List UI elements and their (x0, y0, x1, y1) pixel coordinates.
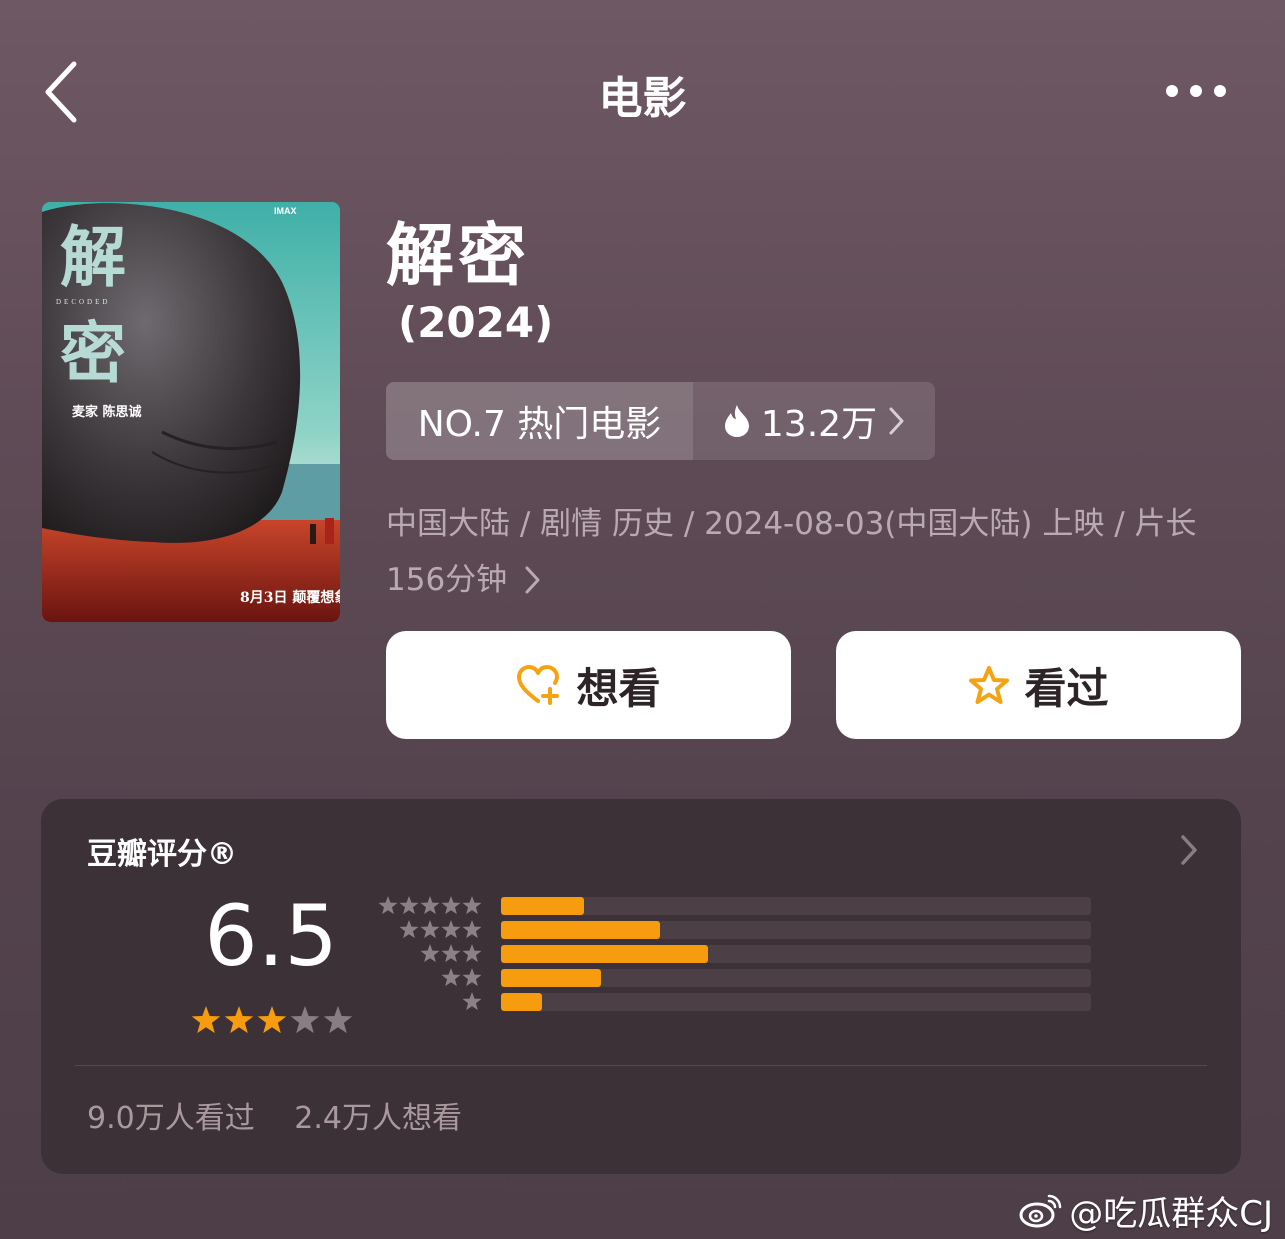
star-small-icon (441, 896, 461, 915)
distribution-stars-2 (441, 968, 482, 987)
distribution-bar-track (501, 897, 1091, 915)
star-empty-icon (323, 1006, 353, 1034)
rating-divider (75, 1065, 1207, 1066)
want-to-watch-button[interactable]: 想看 (386, 631, 791, 739)
poster-release-tagline: 8月3日 颠覆想象 (240, 589, 340, 606)
nav-bar: 电影 (0, 0, 1285, 180)
star-small-icon (462, 896, 482, 915)
distribution-bar-track (501, 945, 1091, 963)
star-small-icon (420, 920, 440, 939)
page-title: 电影 (598, 73, 687, 124)
more-button[interactable] (1160, 76, 1232, 106)
distribution-bar-2-star (501, 969, 602, 987)
heat-button[interactable]: 13.2万 (693, 382, 935, 460)
rank-label-button[interactable]: NO.7 热门电影 (386, 382, 693, 460)
distribution-bar-1-star (501, 993, 543, 1011)
star-small-icon (399, 896, 419, 915)
poster-cast: 麦家 陈思诚 (72, 404, 142, 420)
rating-card[interactable]: 豆瓣评分® 6.5 9.0万人看过 2.4万人想看 (41, 799, 1241, 1174)
movie-poster[interactable]: 解 密 DECODED IMAX 麦家 陈思诚 8月3日 颠覆想象 (42, 202, 340, 622)
star-filled-icon (224, 1006, 254, 1034)
distribution-bar-5-star (501, 897, 584, 915)
weibo-logo-icon (1019, 1194, 1062, 1227)
poster-english-title: DECODED (56, 298, 110, 306)
star-small-icon (462, 968, 482, 987)
poster-title-char-1: 解 (60, 218, 126, 296)
rating-more-button[interactable] (1177, 833, 1201, 867)
want-to-watch-label: 想看 (576, 663, 661, 713)
distribution-stars-5 (378, 896, 482, 915)
chevron-right-icon (1181, 835, 1197, 865)
heat-count: 13.2万 (760, 404, 878, 445)
distribution-bar-track (501, 921, 1091, 939)
watermark-text: @吃瓜群众CJ (1069, 1194, 1273, 1234)
distribution-bar-4-star (501, 921, 661, 939)
star-small-icon (420, 944, 440, 963)
movie-meta[interactable]: 中国大陆 / 剧情 历史 / 2024-08-03(中国大陆) 上映 / 片长1… (386, 496, 1236, 608)
distribution-bar-3-star (501, 945, 708, 963)
movie-meta-text: 中国大陆 / 剧情 历史 / 2024-08-03(中国大陆) 上映 / 片长1… (386, 506, 1197, 598)
star-small-icon (378, 896, 398, 915)
more-dots-icon (1166, 85, 1226, 97)
star-small-icon (462, 944, 482, 963)
chevron-right-icon (525, 566, 540, 594)
poster-image: 解 密 DECODED IMAX 麦家 陈思诚 8月3日 颠覆想象 (42, 202, 340, 622)
star-filled-icon (191, 1006, 221, 1034)
poster-title-char-2: 密 (60, 314, 126, 392)
star-filled-icon (257, 1006, 287, 1034)
rating-counts: 9.0万人看过 2.4万人想看 (87, 1093, 462, 1137)
star-small-icon (399, 920, 419, 939)
rating-stars (191, 1006, 353, 1034)
chevron-right-icon (889, 407, 904, 435)
star-small-icon (420, 896, 440, 915)
movie-title: 解密 (386, 217, 531, 296)
distribution-bar-track (501, 969, 1091, 987)
rank-pill: NO.7 热门电影 13.2万 (386, 382, 935, 460)
star-small-icon (441, 920, 461, 939)
poster-imax-label: IMAX (274, 206, 297, 216)
flame-icon (724, 405, 749, 437)
star-small-icon (462, 920, 482, 939)
star-small-icon (441, 944, 461, 963)
heart-plus-icon (517, 665, 560, 705)
distribution-stars-4 (399, 920, 482, 939)
rank-label: NO.7 热门电影 (417, 404, 662, 445)
watermark: @吃瓜群众CJ (1019, 1186, 1273, 1235)
star-outline-icon (969, 666, 1010, 704)
star-small-icon (441, 968, 461, 987)
star-empty-icon (290, 1006, 320, 1034)
distribution-stars-3 (420, 944, 482, 963)
distribution-bar-track (501, 993, 1091, 1011)
watched-button[interactable]: 看过 (836, 631, 1241, 739)
watched-label: 看过 (1024, 663, 1109, 713)
rating-score: 6.5 (204, 887, 338, 985)
star-small-icon (462, 992, 482, 1011)
seen-count: 9.0万人看过 (87, 1101, 255, 1136)
want-count: 2.4万人想看 (294, 1101, 462, 1136)
rating-header: 豆瓣评分® (87, 837, 237, 872)
movie-year: (2024) (398, 298, 554, 347)
distribution-stars-1 (462, 992, 482, 1011)
